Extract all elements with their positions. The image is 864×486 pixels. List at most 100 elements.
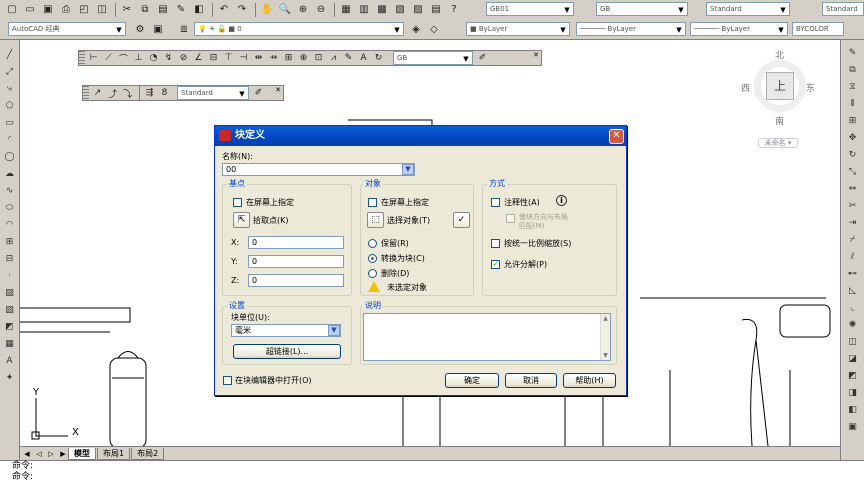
polygon-icon[interactable]: ⬠ <box>3 99 17 113</box>
layer-icon[interactable]: ◫ <box>846 335 860 349</box>
move-icon[interactable]: ✥ <box>846 131 860 145</box>
x-input[interactable]: 0 <box>248 236 344 249</box>
quick-dim-icon[interactable]: ⊟ <box>207 52 220 65</box>
remove-leader-icon[interactable]: ⤵ <box>121 87 134 100</box>
plot-style-combo[interactable]: BYCOLOR <box>792 22 844 36</box>
dim-style-manager-icon[interactable]: ✐ <box>476 52 489 65</box>
workspace-combo[interactable]: AutoCAD 经典 ▼ <box>8 22 126 36</box>
jogged-dim-icon[interactable]: ↯ <box>162 52 175 65</box>
tab-last-icon[interactable]: ▶ <box>58 449 68 459</box>
chevron-down-icon[interactable]: ▼ <box>328 325 340 336</box>
scroll-up-icon[interactable]: ▲ <box>601 314 610 323</box>
annotative-checkbox[interactable] <box>491 198 500 207</box>
compass-west[interactable]: 西 <box>741 81 750 94</box>
layer-previous-icon[interactable]: ◇ <box>426 22 442 37</box>
compass-north[interactable]: 北 <box>775 48 784 61</box>
description-textarea[interactable]: ▲ ▼ <box>363 313 611 361</box>
layer-freeze-icon[interactable]: ◧ <box>846 403 860 417</box>
erase-icon[interactable]: ✎ <box>846 46 860 60</box>
cut-icon[interactable]: ✂ <box>119 2 135 17</box>
save-icon[interactable]: ▣ <box>40 2 56 17</box>
compass-east[interactable]: 东 <box>806 81 815 94</box>
diameter-dim-icon[interactable]: ⊘ <box>177 52 190 65</box>
dim-update-icon[interactable]: ↻ <box>372 52 385 65</box>
tab-next-icon[interactable]: ▷ <box>46 449 56 459</box>
gradient-icon[interactable]: ▧ <box>3 303 17 317</box>
mtext-icon[interactable]: A <box>3 354 17 368</box>
properties-icon[interactable]: ▦ <box>338 2 354 17</box>
radius-dim-icon[interactable]: ◔ <box>147 52 160 65</box>
mleader-style-manager-icon[interactable]: ✐ <box>252 87 265 100</box>
z-input[interactable]: 0 <box>248 274 344 287</box>
help-icon[interactable]: ? <box>446 2 462 17</box>
polyline-icon[interactable]: ⤷ <box>3 82 17 96</box>
table-icon[interactable]: ▦ <box>3 337 17 351</box>
match-properties-icon[interactable]: ✎ <box>173 2 189 17</box>
close-icon[interactable]: ✕ <box>609 129 624 144</box>
linear-dim-icon[interactable]: ⊢ <box>87 52 100 65</box>
block-unit-combo[interactable]: 毫米 <box>231 324 341 337</box>
retain-radio[interactable] <box>368 239 377 248</box>
hatch-icon[interactable]: ▨ <box>3 286 17 300</box>
design-center-icon[interactable]: ▥ <box>356 2 372 17</box>
jogged-linear-icon[interactable]: ⩘ <box>327 52 340 65</box>
dim-style-combo[interactable]: GB ▼ <box>596 2 688 16</box>
trim-icon[interactable]: ✂ <box>846 199 860 213</box>
explode-icon[interactable]: ✺ <box>846 318 860 332</box>
pick-point-icon[interactable]: ⇱ <box>233 212 250 228</box>
multileader-icon[interactable]: ↗ <box>91 87 104 100</box>
chevron-down-icon[interactable]: ▼ <box>402 164 414 175</box>
viewcube-top-face[interactable]: 上 <box>766 72 794 100</box>
copy-object-icon[interactable]: ⧉ <box>846 63 860 77</box>
allow-exploding-checkbox[interactable]: ✓ <box>491 260 500 269</box>
region-icon[interactable]: ◩ <box>3 320 17 334</box>
objects-on-screen-checkbox[interactable] <box>368 198 377 207</box>
preview-icon[interactable]: ◰ <box>76 2 92 17</box>
block-editor-icon[interactable]: ◧ <box>191 2 207 17</box>
workspace-save-icon[interactable]: ▣ <box>150 22 166 37</box>
tool-palettes-icon[interactable]: ▩ <box>374 2 390 17</box>
align-leader-icon[interactable]: ⇶ <box>143 87 156 100</box>
tab-layout1[interactable]: 布局1 <box>97 447 131 460</box>
spline-icon[interactable]: ∿ <box>3 184 17 198</box>
mleader-style-float-combo[interactable]: Standard ▼ <box>177 86 249 100</box>
select-objects-icon[interactable]: ⬚ <box>367 212 384 228</box>
mirror-icon[interactable]: ⧖ <box>846 80 860 94</box>
scale-uniformly-checkbox[interactable] <box>491 239 500 248</box>
new-icon[interactable]: ▢ <box>4 2 20 17</box>
delete-radio[interactable] <box>368 269 377 278</box>
break-icon[interactable]: ⫽ <box>846 250 860 264</box>
make-layer-current-icon[interactable]: ◈ <box>408 22 424 37</box>
circle-icon[interactable]: ◯ <box>3 150 17 164</box>
print-icon[interactable]: ⎙ <box>58 2 74 17</box>
ordinate-dim-icon[interactable]: ⊥ <box>132 52 145 65</box>
add-selected-icon[interactable]: ✦ <box>3 371 17 385</box>
collect-leader-icon[interactable]: 8 <box>158 87 171 100</box>
base-on-screen-checkbox[interactable] <box>233 198 242 207</box>
command-window[interactable]: 命令: 命令: <box>0 460 864 486</box>
dim-space-icon[interactable]: ⇹ <box>252 52 265 65</box>
make-block-icon[interactable]: ⊟ <box>3 252 17 266</box>
help-button[interactable]: 帮助(H) <box>563 373 616 388</box>
ok-button[interactable]: 确定 <box>445 373 499 388</box>
cancel-button[interactable]: 取消 <box>505 373 557 388</box>
description-scrollbar[interactable]: ▲ ▼ <box>600 314 610 360</box>
tab-model[interactable]: 模型 <box>68 447 96 460</box>
sheet-set-icon[interactable]: ▧ <box>392 2 408 17</box>
add-leader-icon[interactable]: ⤴ <box>106 87 119 100</box>
center-mark-icon[interactable]: ⊕ <box>297 52 310 65</box>
join-icon[interactable]: ⊷ <box>846 267 860 281</box>
fillet-icon[interactable]: ◟ <box>846 301 860 315</box>
layer-state-icon[interactable]: ◪ <box>846 352 860 366</box>
paste-icon[interactable]: ▤ <box>155 2 171 17</box>
stretch-icon[interactable]: ⇔ <box>846 182 860 196</box>
dim-edit-icon[interactable]: ✎ <box>342 52 355 65</box>
copy-icon[interactable]: ⧉ <box>137 2 153 17</box>
aligned-dim-icon[interactable]: ⟋ <box>102 52 115 65</box>
open-in-editor-checkbox[interactable] <box>223 376 232 385</box>
markup-icon[interactable]: ▨ <box>410 2 426 17</box>
calculator-icon[interactable]: ▤ <box>428 2 444 17</box>
y-input[interactable]: 0 <box>248 255 344 268</box>
ellipse-arc-icon[interactable]: ◠ <box>3 218 17 232</box>
zoom-window-icon[interactable]: ⊕ <box>295 2 311 17</box>
